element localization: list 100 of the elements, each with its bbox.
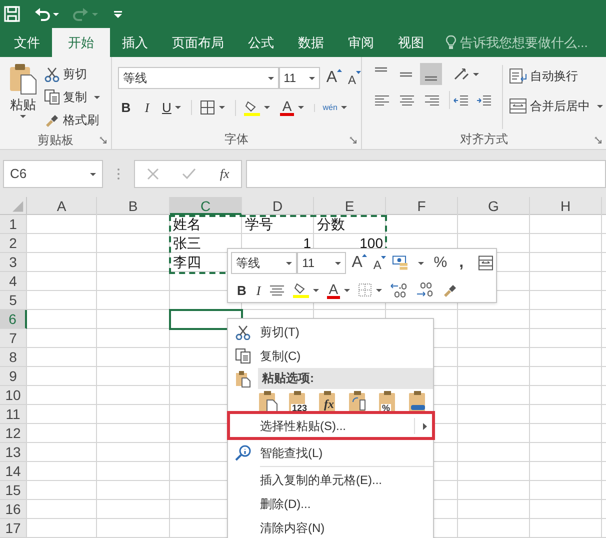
orientation-button[interactable] [453, 67, 479, 81]
grow-font-button[interactable]: A [326, 69, 342, 87]
column-width-icon[interactable] [478, 255, 493, 272]
insert-function-button[interactable]: fx [220, 164, 230, 184]
ribbon-tab[interactable]: 审阅 [336, 28, 386, 57]
font-size-field[interactable]: 11 [278, 67, 320, 89]
font-size-field[interactable]: 11 [297, 252, 346, 274]
font-name-field[interactable]: 等线 [118, 67, 279, 89]
copy-button[interactable]: 复制 [44, 86, 100, 108]
menu-item[interactable]: 删除(D)... [228, 492, 433, 516]
fill-color-button[interactable] [292, 282, 319, 298]
save-icon[interactable] [4, 6, 20, 22]
dialog-launcher-icon[interactable] [595, 137, 602, 144]
row-header[interactable]: 10 [0, 386, 27, 405]
italic-button[interactable]: I [256, 280, 261, 300]
borders-button[interactable] [191, 100, 226, 116]
grow-font-button[interactable]: A [352, 254, 368, 272]
clipboard-icon [318, 390, 338, 412]
comma-button[interactable]: , [459, 257, 464, 270]
right-align-icon [424, 93, 440, 107]
shrink-font-button[interactable]: A [348, 68, 361, 88]
format-painter-button[interactable]: 格式刷 [44, 109, 100, 131]
row-header[interactable]: 3 [0, 253, 27, 272]
column-header[interactable]: D [242, 197, 314, 215]
vertical-align-button[interactable] [420, 63, 442, 85]
row-header[interactable]: 8 [0, 348, 27, 367]
paste-option-button[interactable]: % [378, 390, 401, 414]
customize-icon[interactable] [114, 10, 122, 18]
menu-section-header: 粘贴选项: [258, 368, 433, 389]
ribbon-tab[interactable]: 插入 [110, 28, 160, 57]
paste-button[interactable]: 粘贴 [6, 63, 40, 131]
tell-me-field[interactable]: 告诉我您想要做什么... [460, 32, 588, 52]
dialog-launcher-icon[interactable] [100, 137, 107, 144]
menu-item[interactable]: 插入复制的单元格(E)... [228, 468, 433, 492]
row-header[interactable]: 9 [0, 367, 27, 386]
column-header[interactable]: A [27, 197, 97, 215]
font-color-button[interactable]: A [326, 282, 350, 299]
merge-center-button[interactable]: 合并后居中 [509, 95, 603, 117]
column-header[interactable]: C [170, 197, 242, 215]
cut-button[interactable]: 剪切 [44, 63, 100, 85]
menu-item[interactable]: 智能查找(L) [228, 441, 433, 465]
borders-button[interactable] [358, 283, 382, 298]
fill-color-button[interactable] [235, 100, 270, 116]
phonetic-button[interactable]: wén [314, 104, 348, 112]
undo-button[interactable] [34, 6, 59, 22]
menu-item[interactable]: 复制(C) [228, 344, 433, 368]
row-header[interactable]: 11 [0, 405, 27, 424]
bold-button[interactable]: B [237, 280, 246, 300]
row-header[interactable]: 14 [0, 462, 27, 481]
menu-item[interactable]: 选择性粘贴(S)... [228, 414, 433, 438]
column-header[interactable]: H [530, 197, 602, 215]
increase-decimal-icon[interactable] [390, 282, 408, 298]
paintbrush-icon[interactable] [442, 282, 458, 298]
row-header[interactable]: 7 [0, 329, 27, 348]
dotted-grid-icon [358, 283, 372, 298]
column-header[interactable]: F [386, 197, 458, 215]
ribbon-tab[interactable]: 文件 [2, 28, 52, 57]
ribbon-tab[interactable]: 页面布局 [160, 28, 236, 57]
ribbon-tab[interactable]: 公式 [236, 28, 286, 57]
grid-icon [200, 100, 216, 116]
percent-button[interactable]: % [434, 252, 448, 274]
formula-input[interactable] [246, 160, 606, 188]
decrease-indent-button[interactable] [449, 91, 469, 109]
menu-item[interactable]: 清除内容(N) [228, 516, 433, 538]
center-align-icon[interactable] [268, 283, 285, 298]
italic-button[interactable]: I [142, 98, 152, 118]
ribbon-tab[interactable]: 数据 [286, 28, 336, 57]
column-header[interactable]: G [458, 197, 530, 215]
row-header[interactable]: 4 [0, 272, 27, 291]
row-header[interactable]: 17 [0, 519, 27, 538]
row-header[interactable]: 15 [0, 481, 27, 500]
font-color-button[interactable]: A [280, 99, 304, 116]
row-header[interactable]: 12 [0, 424, 27, 443]
bottom-align-icon [425, 76, 437, 81]
menu-item[interactable]: 剪切(T) [228, 320, 433, 344]
wrap-text-button[interactable]: 自动换行 [509, 65, 603, 87]
caret-icon [94, 96, 100, 98]
font-name-field[interactable]: 等线 [231, 252, 298, 274]
paste-option-button[interactable]: fx [318, 390, 341, 414]
dialog-launcher-icon[interactable] [350, 137, 357, 144]
column-header[interactable]: E [314, 197, 386, 215]
clipboard-icon [258, 390, 278, 412]
bold-button[interactable]: B [120, 98, 132, 118]
row-header[interactable]: 2 [0, 234, 27, 253]
paste-option-button[interactable]: 123 [288, 390, 311, 414]
ribbon-tab[interactable]: 开始 [52, 28, 110, 57]
caret-icon [344, 288, 350, 292]
middle-align-icon [400, 72, 412, 76]
name-box[interactable]: C6 [3, 160, 103, 188]
shrink-font-button[interactable]: A [373, 252, 386, 274]
row-header[interactable]: 16 [0, 500, 27, 519]
row-header[interactable]: 5 [0, 291, 27, 310]
underline-button[interactable]: U [162, 98, 182, 118]
decrease-decimal-icon[interactable] [416, 282, 434, 298]
caret-icon [268, 76, 274, 80]
ribbon-tab[interactable]: 视图 [386, 28, 436, 57]
row-header[interactable]: 13 [0, 443, 27, 462]
row-header[interactable]: 1 [0, 215, 27, 234]
row-header[interactable]: 6 [0, 310, 27, 329]
table-cell-text: 100 [358, 234, 384, 252]
